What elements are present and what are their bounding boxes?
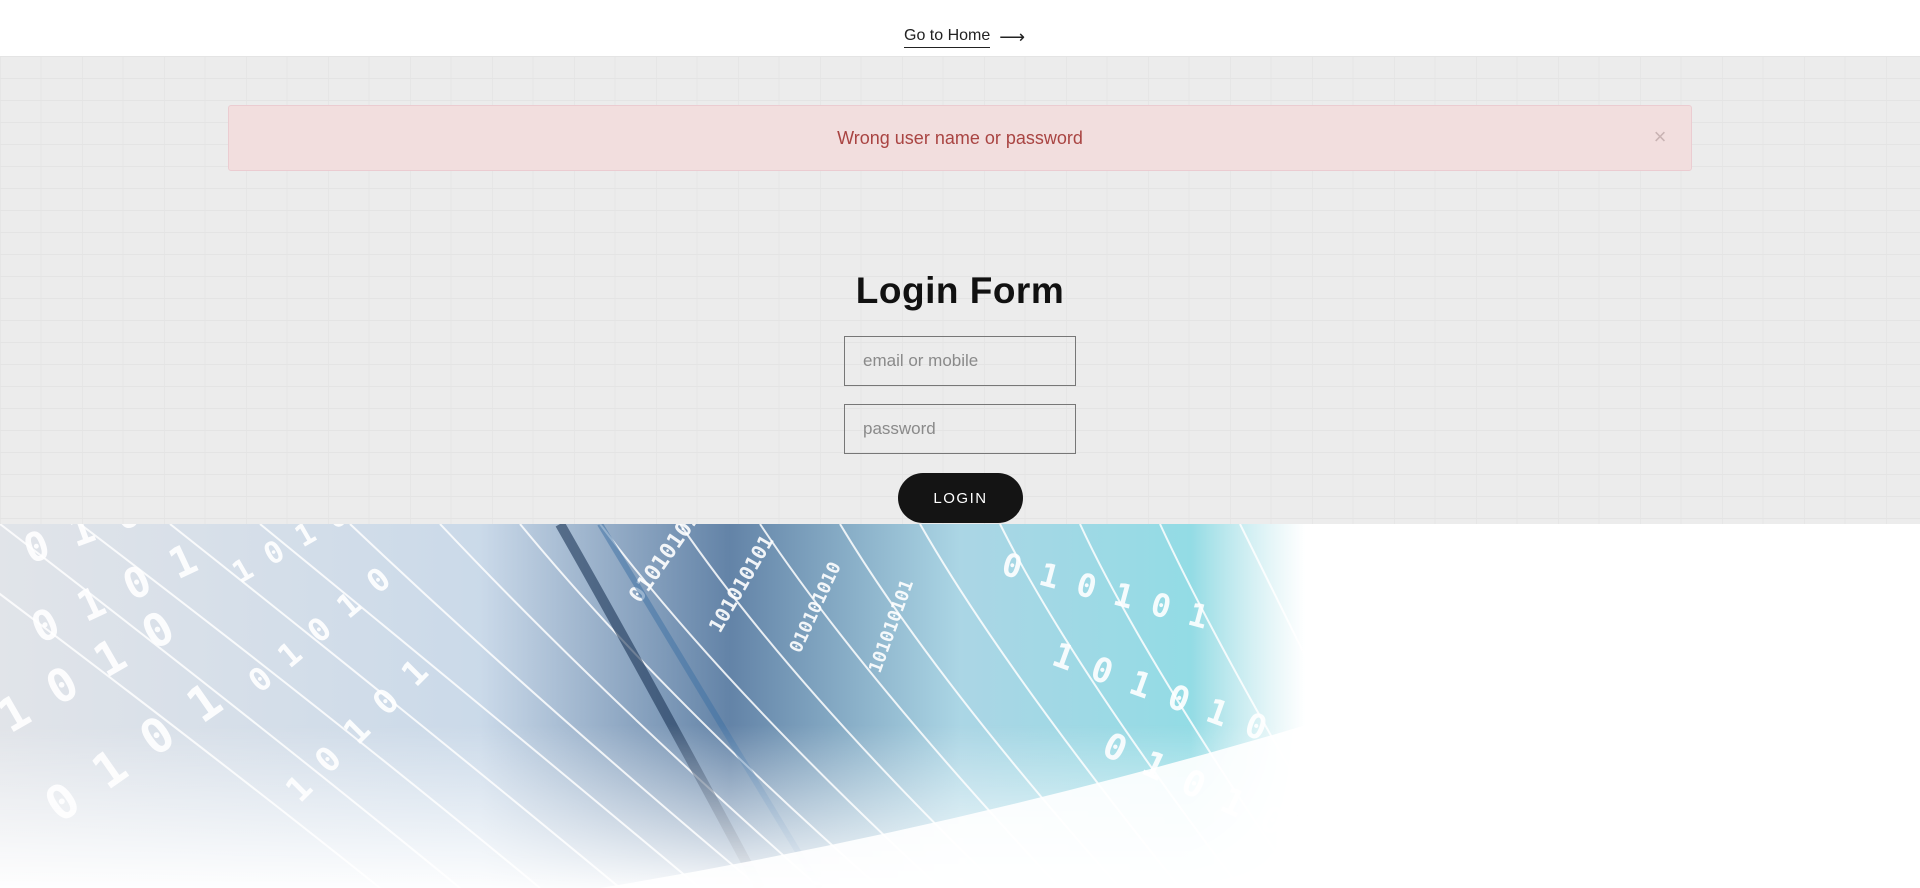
go-to-home-label: Go to Home — [904, 26, 991, 48]
top-bar: Go to Home ⟶ — [0, 0, 1920, 56]
error-alert: Wrong user name or password × — [228, 105, 1692, 171]
go-to-home-link[interactable]: Go to Home ⟶ — [904, 26, 1025, 48]
close-icon[interactable]: × — [1649, 126, 1671, 148]
password-field[interactable] — [844, 404, 1076, 454]
binary-stream-image: 0 1 0 0 1 0 1 1 0 1 0 0 1 0 1 1 0 1 0 1 … — [0, 524, 1920, 888]
arrow-right-icon: ⟶ — [999, 27, 1026, 47]
email-field[interactable] — [844, 336, 1076, 386]
page-title: Login Form — [855, 270, 1065, 311]
alert-message: Wrong user name or password — [837, 127, 1083, 148]
login-button[interactable]: LOGIN — [898, 473, 1023, 523]
binary-stream-graphic: 0 1 0 0 1 0 1 1 0 1 0 0 1 0 1 1 0 1 0 1 … — [0, 524, 1920, 888]
